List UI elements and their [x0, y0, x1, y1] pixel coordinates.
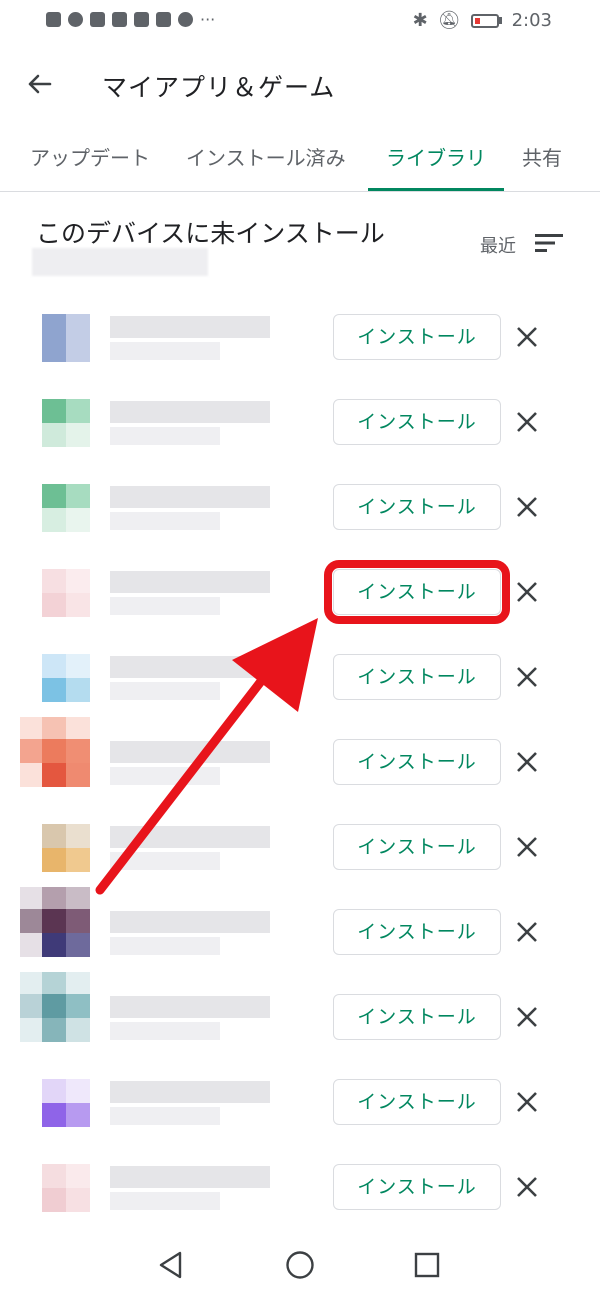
app-name-blurred [110, 911, 270, 933]
wifi-icon [68, 12, 83, 27]
close-icon[interactable] [512, 662, 542, 692]
back-triangle-icon[interactable] [154, 1248, 188, 1282]
close-icon[interactable] [512, 577, 542, 607]
app-meta-blurred [110, 1192, 220, 1210]
install-button[interactable]: インストール [333, 399, 501, 445]
app-meta-blurred [110, 937, 220, 955]
app-icon [42, 1079, 90, 1127]
app-icon [42, 314, 90, 362]
tab-shared[interactable]: 共有 [522, 142, 562, 171]
tab-bar: アップデート インストール済み ライブラリ 共有 [0, 128, 600, 192]
app-bar: マイアプリ＆ゲーム [0, 52, 600, 116]
install-button[interactable]: インストール [333, 739, 501, 785]
list-item: インストール [0, 887, 600, 994]
system-icons: ✱ 🔕︎ 2:03 [413, 10, 552, 31]
app-meta-blurred [110, 342, 220, 360]
sort-label[interactable]: 最近 [480, 232, 516, 258]
active-tab-indicator [368, 188, 504, 191]
install-button[interactable]: インストール [333, 1164, 501, 1210]
list-item: インストール [0, 560, 600, 654]
youtube-icon [156, 12, 171, 27]
close-icon[interactable] [512, 1087, 542, 1117]
close-icon[interactable] [512, 747, 542, 777]
list-item: インストール [0, 972, 600, 1079]
tab-updates[interactable]: アップデート [30, 142, 150, 171]
tab-library[interactable]: ライブラリ [386, 142, 486, 171]
battery-alert-icon [90, 12, 105, 27]
install-button[interactable]: インストール [333, 314, 501, 360]
close-icon[interactable] [512, 407, 542, 437]
app-name-blurred [110, 741, 270, 763]
mail-icon [134, 12, 149, 27]
close-icon[interactable] [512, 917, 542, 947]
facebook-icon [178, 12, 193, 27]
home-circle-icon[interactable] [283, 1248, 317, 1282]
tab-installed[interactable]: インストール済み [186, 142, 346, 171]
app-name-blurred [110, 401, 270, 423]
close-icon[interactable] [512, 492, 542, 522]
install-button[interactable]: インストール [333, 824, 501, 870]
app-meta-blurred [110, 767, 220, 785]
app-icon [42, 824, 90, 872]
app-meta-blurred [110, 852, 220, 870]
gmail-icon [112, 12, 127, 27]
app-name-blurred [110, 656, 270, 678]
list-item: インストール [0, 654, 600, 739]
recents-square-icon[interactable] [410, 1248, 444, 1282]
app-name-blurred [110, 571, 270, 593]
more-notifications: ··· [200, 10, 216, 29]
bluetooth-icon: ✱ [412, 10, 428, 31]
clock: 2:03 [511, 10, 552, 31]
install-button[interactable]: インストール [333, 1079, 501, 1125]
app-name-blurred [110, 996, 270, 1018]
app-name-blurred [110, 1166, 270, 1188]
app-name-blurred [110, 826, 270, 848]
app-icon [20, 972, 90, 1042]
battery-tip [498, 17, 502, 24]
install-button[interactable]: インストール [333, 909, 501, 955]
page-title: マイアプリ＆ゲーム [102, 73, 336, 102]
close-icon[interactable] [512, 322, 542, 352]
close-icon[interactable] [512, 832, 542, 862]
list-item: インストール [0, 1079, 600, 1164]
app-icon [20, 717, 90, 787]
alert-icon [46, 12, 61, 27]
section-subtitle-blurred [32, 248, 208, 276]
close-icon[interactable] [512, 1002, 542, 1032]
close-icon[interactable] [512, 1172, 542, 1202]
section-title: このデバイスに未インストール [36, 219, 385, 248]
app-icon [42, 399, 90, 447]
system-nav-bar [0, 1230, 600, 1300]
install-button[interactable]: インストール [333, 994, 501, 1040]
app-meta-blurred [110, 597, 220, 615]
install-button-highlighted[interactable]: インストール [324, 560, 510, 624]
list-item: インストール [0, 717, 600, 824]
app-meta-blurred [110, 1022, 220, 1040]
app-icon [20, 887, 90, 957]
install-button[interactable]: インストール [333, 654, 501, 700]
notification-icons: ··· [46, 10, 216, 29]
list-item: インストール [0, 314, 600, 399]
app-name-blurred [110, 1081, 270, 1103]
arrow-back-icon[interactable] [20, 64, 60, 104]
list-item: インストール [0, 399, 600, 484]
app-meta-blurred [110, 427, 220, 445]
install-button[interactable]: インストール [333, 484, 501, 530]
app-meta-blurred [110, 682, 220, 700]
list-item: インストール [0, 824, 600, 909]
list-item: インストール [0, 484, 600, 569]
app-icon [42, 484, 90, 532]
app-meta-blurred [110, 1107, 220, 1125]
app-name-blurred [110, 486, 270, 508]
app-icon [42, 654, 90, 702]
sort-icon[interactable] [535, 233, 563, 253]
app-meta-blurred [110, 512, 220, 530]
mute-bell-icon: 🔕︎ [437, 10, 461, 31]
app-name-blurred [110, 316, 270, 338]
status-bar: ··· ✱ 🔕︎ 2:03 [0, 0, 600, 44]
app-icon [42, 569, 90, 617]
battery-icon [470, 13, 499, 28]
app-icon [42, 1164, 90, 1212]
